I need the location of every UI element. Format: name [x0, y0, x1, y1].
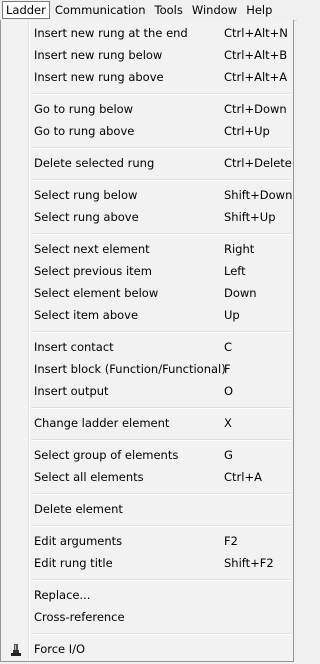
menu-item-label: Go to rung above: [34, 124, 135, 138]
menu-item-label: Select group of elements: [34, 448, 179, 462]
menu-item-label: Select all elements: [34, 470, 144, 484]
menu-item-replace[interactable]: Replace...: [3, 584, 291, 606]
menu-separator: [31, 179, 291, 181]
menu-item-shortcut: Down: [224, 286, 257, 300]
menu-item-shortcut: G: [224, 448, 233, 462]
menu-separator: [31, 493, 291, 495]
menu-item-shortcut: O: [224, 384, 234, 398]
menu-item-delete-element[interactable]: Delete element: [3, 498, 291, 520]
menu-item-label: Insert new rung below: [34, 48, 163, 62]
menu-item-select-item-above[interactable]: Select item above Up: [3, 304, 291, 326]
menu-item-label: Select item above: [34, 308, 139, 322]
menu-item-label: Select rung below: [34, 188, 138, 202]
menu-item-insert-rung-end[interactable]: Insert new rung at the end Ctrl+Alt+N: [3, 22, 291, 44]
menu-item-edit-rung-title[interactable]: Edit rung title Shift+F2: [3, 552, 291, 574]
menu-item-label: Select next element: [34, 242, 150, 256]
menu-item-shortcut: Ctrl+Up: [224, 124, 270, 138]
menu-item-label: Insert block (Function/Functional): [34, 362, 226, 376]
menu-item-insert-contact[interactable]: Insert contact C: [3, 336, 291, 358]
ladder-dropdown-menu: Insert new rung at the end Ctrl+Alt+N In…: [0, 20, 294, 662]
menu-item-cross-reference[interactable]: Cross-reference: [3, 606, 291, 628]
menu-item-label: Edit rung title: [34, 556, 113, 570]
menu-item-select-next-element[interactable]: Select next element Right: [3, 238, 291, 260]
menu-separator: [31, 407, 291, 409]
menu-ladder[interactable]: Ladder: [2, 1, 50, 19]
menu-item-label: Insert output: [34, 384, 109, 398]
menu-separator: [31, 633, 291, 635]
menu-window[interactable]: Window: [188, 1, 241, 19]
menu-item-label: Delete element: [34, 502, 123, 516]
menu-item-label: Force I/O: [34, 642, 86, 656]
menu-item-label: Insert contact: [34, 340, 114, 354]
menu-item-label: Select rung above: [34, 210, 139, 224]
menu-item-force-io[interactable]: Force I/O: [3, 638, 291, 660]
menu-item-label: Replace...: [34, 588, 91, 602]
menu-item-select-rung-above[interactable]: Select rung above Shift+Up: [3, 206, 291, 228]
menu-item-label: Select element below: [34, 286, 159, 300]
menu-item-shortcut: Shift+F2: [224, 556, 274, 570]
menu-item-edit-arguments[interactable]: Edit arguments F2: [3, 530, 291, 552]
menu-separator: [31, 93, 291, 95]
menu-item-select-rung-below[interactable]: Select rung below Shift+Down: [3, 184, 293, 206]
menu-item-shortcut: Shift+Up: [224, 210, 276, 224]
menu-item-select-previous-item[interactable]: Select previous item Left: [3, 260, 291, 282]
menu-item-insert-rung-above[interactable]: Insert new rung above Ctrl+Alt+A: [3, 66, 291, 88]
menu-item-label: Go to rung below: [34, 102, 134, 116]
menu-communication[interactable]: Communication: [51, 1, 150, 19]
menu-separator: [31, 331, 291, 333]
menu-item-insert-output[interactable]: Insert output O: [3, 380, 291, 402]
menu-item-select-element-below[interactable]: Select element below Down: [3, 282, 291, 304]
menu-item-go-rung-below[interactable]: Go to rung below Ctrl+Down: [3, 98, 291, 120]
menu-separator: [31, 579, 291, 581]
menu-item-shortcut: Up: [224, 308, 240, 322]
menu-separator: [31, 233, 291, 235]
menu-item-shortcut: F: [224, 362, 231, 376]
menu-item-shortcut: Ctrl+A: [224, 470, 262, 484]
menu-item-delete-rung[interactable]: Delete selected rung Ctrl+Delete: [3, 152, 292, 174]
menu-item-shortcut: X: [224, 416, 232, 430]
menu-item-change-ladder-element[interactable]: Change ladder element X: [3, 412, 291, 434]
menu-item-select-group[interactable]: Select group of elements G: [3, 444, 291, 466]
menu-item-shortcut: Ctrl+Delete: [224, 156, 292, 170]
menu-item-label: Insert new rung above: [34, 70, 164, 84]
menu-item-shortcut: C: [224, 340, 233, 354]
menu-item-label: Delete selected rung: [34, 156, 155, 170]
menu-item-shortcut: Ctrl+Alt+B: [224, 48, 288, 62]
menu-item-shortcut: F2: [224, 534, 238, 548]
menu-item-go-rung-above[interactable]: Go to rung above Ctrl+Up: [3, 120, 291, 142]
menu-separator: [31, 525, 291, 527]
menu-help[interactable]: Help: [242, 1, 276, 19]
menu-item-shortcut: Shift+Down: [224, 188, 293, 202]
menu-item-select-all[interactable]: Select all elements Ctrl+A: [3, 466, 291, 488]
force-io-icon: [9, 642, 23, 656]
menu-item-label: Change ladder element: [34, 416, 170, 430]
menu-item-shortcut: Right: [224, 242, 255, 256]
menu-separator: [31, 439, 291, 441]
menu-item-insert-block[interactable]: Insert block (Function/Functional) F: [3, 358, 291, 380]
menu-item-insert-rung-below[interactable]: Insert new rung below Ctrl+Alt+B: [3, 44, 291, 66]
menu-item-shortcut: Left: [224, 264, 246, 278]
menu-item-label: Cross-reference: [34, 610, 125, 624]
menu-item-label: Insert new rung at the end: [34, 26, 188, 40]
menu-item-shortcut: Ctrl+Down: [224, 102, 287, 116]
menu-tools[interactable]: Tools: [151, 1, 187, 19]
menu-item-shortcut: Ctrl+Alt+N: [224, 26, 288, 40]
menu-item-shortcut: Ctrl+Alt+A: [224, 70, 288, 84]
menu-item-label: Select previous item: [34, 264, 152, 278]
menu-item-label: Edit arguments: [34, 534, 123, 548]
menu-separator: [31, 147, 291, 149]
menu-bar: Ladder Communication Tools Window Help: [0, 0, 297, 21]
